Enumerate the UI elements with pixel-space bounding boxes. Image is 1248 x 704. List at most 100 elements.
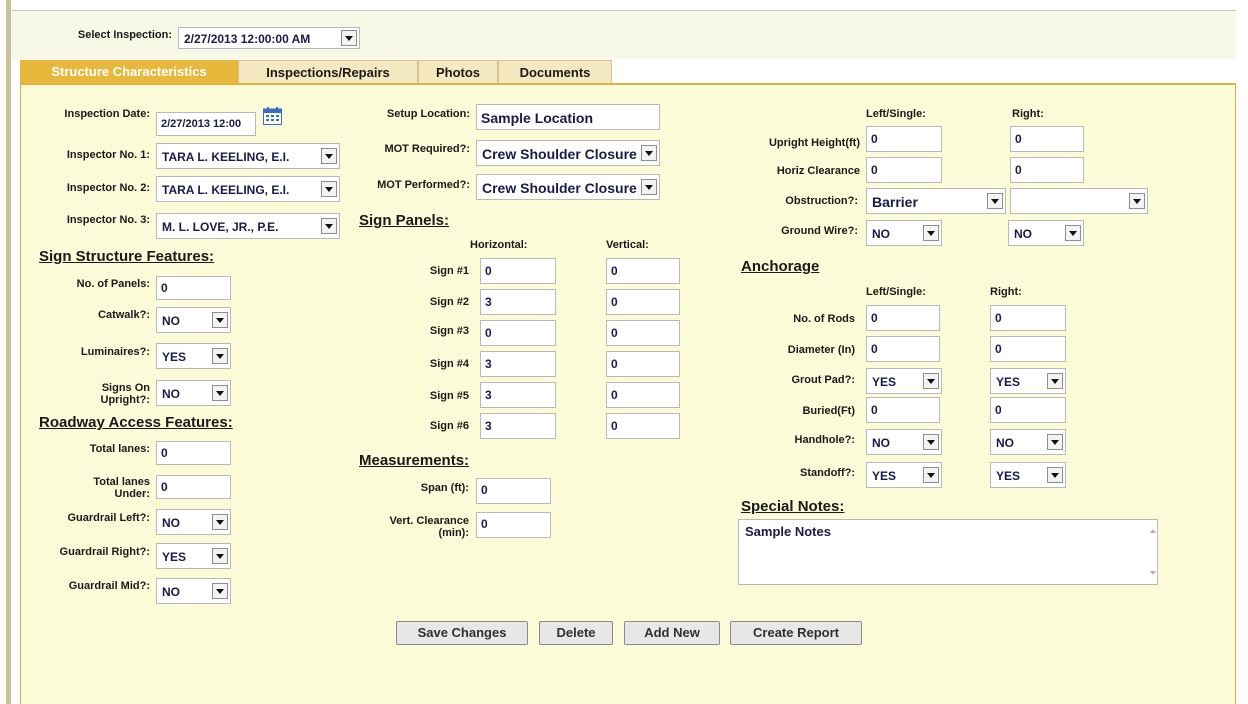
standoff-right-select[interactable]: YES <box>990 462 1066 488</box>
inspector-3-select[interactable]: M. L. LOVE, JR., P.E. <box>156 213 340 239</box>
total-lanes-under-label-2: Under: <box>114 488 150 500</box>
luminaires-select[interactable]: YES <box>156 343 231 369</box>
guardrail-left-value: NO <box>162 516 180 530</box>
sign-5-horizontal-input[interactable]: 3 <box>480 382 556 408</box>
guardrail-mid-select[interactable]: NO <box>156 578 231 604</box>
sign-6-vertical-input[interactable]: 0 <box>606 413 680 439</box>
select-inspection-dropdown[interactable]: 2/27/2013 12:00:00 AM <box>178 27 360 49</box>
buried-right-input[interactable]: 0 <box>990 397 1066 423</box>
no-rods-right-input[interactable]: 0 <box>990 305 1066 331</box>
handhole-left-select[interactable]: NO <box>866 429 942 455</box>
setup-location-input[interactable]: Sample Location <box>476 104 660 130</box>
select-inspection-value: 2/27/2013 12:00:00 AM <box>184 32 311 46</box>
grout-pad-label: Grout Pad?: <box>791 374 855 386</box>
sign-1-horizontal-input[interactable]: 0 <box>480 258 556 284</box>
inspection-date-input[interactable]: 2/27/2013 12:00 <box>156 112 256 136</box>
catwalk-label: Catwalk?: <box>98 309 150 321</box>
sign-1-vertical-input[interactable]: 0 <box>606 258 680 284</box>
sign-panels-heading: Sign Panels: <box>359 212 450 229</box>
guardrail-left-select[interactable]: NO <box>156 509 231 535</box>
add-new-button[interactable]: Add New <box>624 621 720 645</box>
span-input[interactable]: 0 <box>476 478 551 504</box>
horiz-clearance-left-input[interactable]: 0 <box>866 157 942 183</box>
obstruction-right-select[interactable] <box>1010 188 1148 214</box>
notes-scrollbar[interactable] <box>1150 521 1157 583</box>
tab-inspections-repairs[interactable]: Inspections/Repairs <box>238 60 418 84</box>
grout-pad-left-select[interactable]: YES <box>866 368 942 394</box>
vert-clearance-input[interactable]: 0 <box>476 512 551 538</box>
sign-6-label: Sign #6 <box>429 420 469 432</box>
chevron-down-icon <box>212 348 228 364</box>
handhole-label: Handhole?: <box>794 434 856 446</box>
calendar-icon[interactable] <box>263 107 282 125</box>
diameter-label: Diameter (In) <box>787 344 855 356</box>
catwalk-select[interactable]: NO <box>156 307 231 333</box>
no-rods-left-input[interactable]: 0 <box>866 305 940 331</box>
chevron-down-icon <box>923 225 939 241</box>
upright-height-right-input[interactable]: 0 <box>1010 126 1084 152</box>
inspector-2-select[interactable]: TARA L. KEELING, E.I. <box>156 176 340 202</box>
guardrail-right-select[interactable]: YES <box>156 543 231 569</box>
total-lanes-label: Total lanes: <box>89 443 150 455</box>
anchorage-left-header: Left/Single: <box>866 286 926 298</box>
sign-3-horizontal-input[interactable]: 0 <box>480 320 556 346</box>
tab-documents[interactable]: Documents <box>498 60 612 84</box>
luminaires-value: YES <box>162 350 187 364</box>
grout-pad-right-select[interactable]: YES <box>990 368 1066 394</box>
delete-button[interactable]: Delete <box>539 621 613 645</box>
scroll-down-icon[interactable] <box>1150 571 1156 575</box>
save-changes-button[interactable]: Save Changes <box>396 621 528 645</box>
horiz-clearance-right-input[interactable]: 0 <box>1010 157 1084 183</box>
inspector-2-label: Inspector No. 2: <box>66 182 150 194</box>
special-notes-heading: Special Notes: <box>741 498 845 515</box>
setup-location-label: Setup Location: <box>386 108 470 120</box>
tab-photos[interactable]: Photos <box>418 60 498 84</box>
inspector-3-value: M. L. LOVE, JR., P.E. <box>162 220 279 234</box>
signs-on-upright-select[interactable]: NO <box>156 380 231 406</box>
obstruction-left-select[interactable]: Barrier <box>866 188 1006 214</box>
tab-structure-characteristics[interactable]: Structure Characteristics <box>20 60 238 84</box>
anchorage-right-header: Right: <box>990 286 1022 298</box>
select-inspection-label: Select Inspection: <box>77 29 172 41</box>
chevron-down-icon <box>212 583 228 599</box>
sign-2-label: Sign #2 <box>429 296 469 308</box>
ground-wire-right-select[interactable]: NO <box>1008 220 1084 246</box>
guardrail-right-label: Guardrail Right?: <box>59 546 150 558</box>
handhole-right-select[interactable]: NO <box>990 429 1066 455</box>
total-lanes-under-input[interactable]: 0 <box>156 475 231 499</box>
diameter-left-input[interactable]: 0 <box>866 336 940 362</box>
chevron-down-icon <box>212 548 228 564</box>
mot-required-select[interactable]: Crew Shoulder Closure <box>476 140 660 166</box>
luminaires-label: Luminaires?: <box>80 346 150 358</box>
sign-6-horizontal-input[interactable]: 3 <box>480 413 556 439</box>
ground-wire-label: Ground Wire?: <box>781 225 858 237</box>
mot-performed-select[interactable]: Crew Shoulder Closure <box>476 174 660 200</box>
sign-2-horizontal-input[interactable]: 3 <box>480 289 556 315</box>
sign-3-vertical-input[interactable]: 0 <box>606 320 680 346</box>
chevron-down-icon <box>321 181 337 197</box>
anchorage-heading: Anchorage <box>741 258 820 275</box>
sign-4-vertical-input[interactable]: 0 <box>606 351 680 377</box>
sign-4-horizontal-input[interactable]: 3 <box>480 351 556 377</box>
buried-left-input[interactable]: 0 <box>866 397 940 423</box>
upright-height-left-input[interactable]: 0 <box>866 126 942 152</box>
diameter-right-input[interactable]: 0 <box>990 336 1066 362</box>
standoff-left-select[interactable]: YES <box>866 462 942 488</box>
sign-panels-vertical-header: Vertical: <box>606 239 649 251</box>
upright-right-header: Right: <box>1012 108 1044 120</box>
special-notes-textarea[interactable]: Sample Notes <box>738 519 1158 585</box>
scroll-up-icon[interactable] <box>1150 529 1156 533</box>
upright-left-header: Left/Single: <box>866 108 926 120</box>
no-panels-input[interactable]: 0 <box>156 276 231 300</box>
mot-required-label: MOT Required?: <box>384 143 470 155</box>
sign-2-vertical-input[interactable]: 0 <box>606 289 680 315</box>
standoff-right-value: YES <box>996 469 1021 483</box>
sign-3-label: Sign #3 <box>429 325 469 337</box>
inspector-1-select[interactable]: TARA L. KEELING, E.I. <box>156 143 340 169</box>
chevron-down-icon <box>321 218 337 234</box>
total-lanes-input[interactable]: 0 <box>156 441 231 465</box>
create-report-button[interactable]: Create Report <box>730 621 862 645</box>
mot-performed-value: Crew Shoulder Closure <box>482 180 637 196</box>
sign-5-vertical-input[interactable]: 0 <box>606 382 680 408</box>
ground-wire-left-select[interactable]: NO <box>866 220 942 246</box>
